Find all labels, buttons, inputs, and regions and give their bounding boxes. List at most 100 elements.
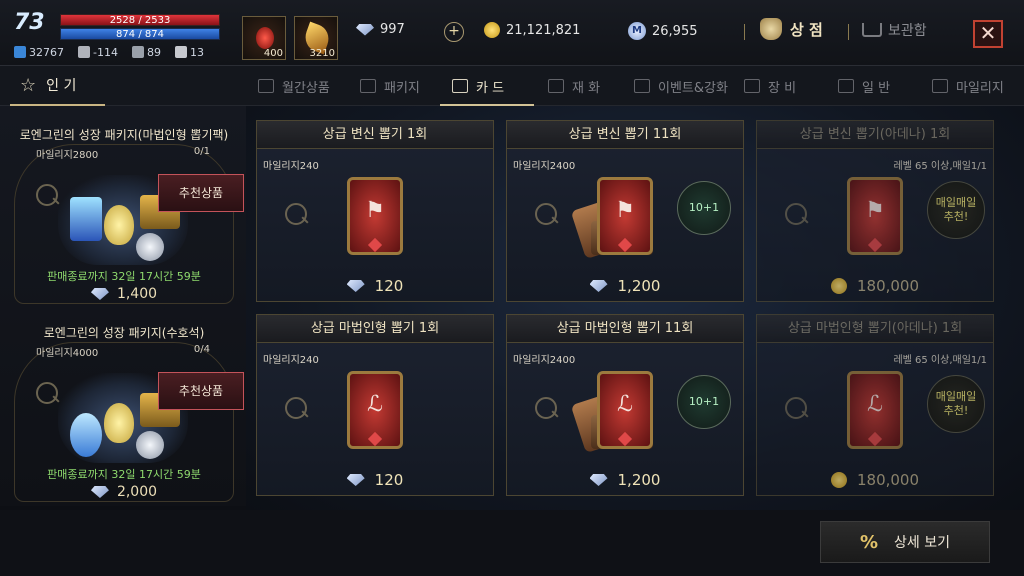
diamond-icon xyxy=(346,474,365,486)
flask-icon xyxy=(104,205,134,245)
cart-icon xyxy=(862,23,882,37)
magnifier-icon[interactable] xyxy=(36,184,58,206)
card-title: 상급 변신 뽑기(아데나) 1회 xyxy=(757,121,993,149)
guardian-stone-icon xyxy=(70,413,102,457)
magnifier-icon[interactable] xyxy=(285,397,307,419)
divider xyxy=(848,24,849,40)
diamond-icon xyxy=(589,280,608,292)
category-tabs: ☆ 인 기 월간상품 패키지 카 드 재 화 이벤트&강화 장 비 일 반 마일… xyxy=(0,66,1024,106)
stat-weight: 13 xyxy=(174,46,204,59)
shop-card-transform-11[interactable]: 상급 변신 뽑기 11회 마일리지2400 ⚑ 10+1 1,200 xyxy=(506,120,744,302)
gem-icon xyxy=(548,79,564,93)
quick-slot-potion[interactable]: 400 xyxy=(242,16,286,60)
card-price: 1,200 xyxy=(507,277,743,295)
shop-card-transform-1[interactable]: 상급 변신 뽑기 1회 마일리지240 ⚑ 120 xyxy=(256,120,494,302)
package-count: 0/4 xyxy=(193,344,210,355)
package-title: 로엔그린의 성장 패키지(마법인형 뽑기팩) xyxy=(19,128,229,142)
card-price: 120 xyxy=(257,277,493,295)
magnifier-icon[interactable] xyxy=(785,203,807,225)
card-price: 180,000 xyxy=(757,277,993,295)
magnifier-icon[interactable] xyxy=(36,382,58,404)
silver-coin-icon xyxy=(136,431,164,459)
card-title: 상급 변신 뽑기 11회 xyxy=(507,121,743,149)
box-icon xyxy=(838,79,854,93)
calendar-icon xyxy=(258,79,274,93)
storage-button[interactable]: 보관함 xyxy=(862,20,927,40)
diamond-icon xyxy=(589,474,608,486)
tab-popular[interactable]: ☆ 인 기 xyxy=(10,66,105,106)
card-price: 120 xyxy=(257,471,493,489)
adena-coin-icon xyxy=(484,22,500,38)
swords-icon xyxy=(744,79,760,93)
magnifier-icon[interactable] xyxy=(285,203,307,225)
card-grid: 상급 변신 뽑기 1회 마일리지240 ⚑ 120 상급 변신 뽑기 11회 마… xyxy=(246,106,1024,510)
close-button[interactable]: ✕ xyxy=(973,20,1003,48)
card-price: 1,200 xyxy=(507,471,743,489)
magnifier-icon[interactable] xyxy=(535,203,557,225)
mileage-icon xyxy=(932,79,948,93)
player-stats: 32767 -114 89 13 xyxy=(14,46,204,59)
tab-mileage[interactable]: 마일리지 xyxy=(932,66,1004,106)
silver-coin-icon xyxy=(136,233,164,261)
tab-event[interactable]: 이벤트&강화 xyxy=(634,66,728,106)
add-currency-button[interactable]: + xyxy=(444,22,464,42)
transform-card-icon: ⚑ xyxy=(847,177,903,255)
helmet-icon xyxy=(78,46,90,58)
doll-card-icon: ℒ xyxy=(597,371,653,449)
card-item-icon xyxy=(70,197,102,241)
wing-icon xyxy=(14,46,26,58)
package-price: 2,000 xyxy=(8,484,240,500)
tab-monthly[interactable]: 월간상품 xyxy=(258,66,330,106)
magnifier-icon[interactable] xyxy=(785,397,807,419)
card-title: 상급 마법인형 뽑기 11회 xyxy=(507,315,743,343)
bonus-badge: 10+1 xyxy=(677,375,731,429)
quick-slot-leaf[interactable]: 3210 xyxy=(294,16,338,60)
shop-card-doll-1[interactable]: 상급 마법인형 뽑기 1회 마일리지240 ℒ 120 xyxy=(256,314,494,496)
transform-card-icon: ⚑ xyxy=(347,177,403,255)
detail-view-button[interactable]: % 상세 보기 xyxy=(820,521,990,563)
card-mileage: 마일리지240 xyxy=(263,355,319,366)
percent-icon: % xyxy=(859,531,879,553)
tab-general[interactable]: 일 반 xyxy=(838,66,890,106)
sale-timer: 판매종료까지 32일 17시간 59분 xyxy=(47,468,201,481)
shield-icon xyxy=(131,46,144,58)
player-level: 73 xyxy=(14,10,45,35)
card-mileage: 마일리지2400 xyxy=(513,161,576,172)
package-card[interactable]: 로엔그린의 성장 패키지(수호석) 마일리지4000 0/4 추천상품 판매종료… xyxy=(8,318,244,504)
package-price: 1,400 xyxy=(8,286,240,302)
tab-equipment[interactable]: 장 비 xyxy=(744,66,796,106)
hp-bar: 2528 / 2533 xyxy=(60,14,220,26)
shop-button[interactable]: 상 점 xyxy=(760,18,823,40)
tab-card[interactable]: 카 드 xyxy=(452,66,504,106)
daily-recommend-badge: 매일매일 추천! xyxy=(927,375,985,433)
diamond-icon xyxy=(90,486,109,498)
top-bar: 73 2528 / 2533 874 / 874 32767 -114 89 1… xyxy=(0,0,1024,66)
package-card[interactable]: 로엔그린의 성장 패키지(마법인형 뽑기팩) 마일리지2800 0/1 추천상품… xyxy=(8,120,244,306)
card-requirement: 레벨 65 이상,매일1/1 xyxy=(893,161,987,172)
red-potion-icon xyxy=(256,27,274,49)
stat-helmet: -114 xyxy=(78,46,118,59)
card-price: 180,000 xyxy=(757,471,993,489)
tab-currency[interactable]: 재 화 xyxy=(548,66,600,106)
package-mileage: 마일리지2800 xyxy=(36,150,99,161)
doll-card-icon: ℒ xyxy=(347,371,403,449)
stat-shield: 89 xyxy=(131,46,161,59)
magnifier-icon[interactable] xyxy=(535,397,557,419)
mileage-coin-icon: M xyxy=(628,22,646,40)
shop-card-transform-adena[interactable]: 상급 변신 뽑기(아데나) 1회 레벨 65 이상,매일1/1 ⚑ 매일매일 추… xyxy=(756,120,994,302)
adena-coin-icon xyxy=(830,278,847,294)
daily-recommend-badge: 매일매일 추천! xyxy=(927,181,985,239)
shop-card-doll-adena[interactable]: 상급 마법인형 뽑기(아데나) 1회 레벨 65 이상,매일1/1 ℒ 매일매일… xyxy=(756,314,994,496)
card-requirement: 레벨 65 이상,매일1/1 xyxy=(893,355,987,366)
money-bag-icon xyxy=(760,18,782,40)
doll-card-icon: ℒ xyxy=(847,371,903,449)
tab-package[interactable]: 패키지 xyxy=(360,66,420,106)
shop-card-doll-11[interactable]: 상급 마법인형 뽑기 11회 마일리지2400 ℒ 10+1 1,200 xyxy=(506,314,744,496)
recommend-badge: 추천상품 xyxy=(158,372,244,410)
weight-icon xyxy=(174,46,187,58)
card-icon xyxy=(452,79,468,93)
flask-icon xyxy=(104,403,134,443)
stat-wing: 32767 xyxy=(14,46,64,59)
package-count: 0/1 xyxy=(193,146,210,157)
bonus-badge: 10+1 xyxy=(677,181,731,235)
